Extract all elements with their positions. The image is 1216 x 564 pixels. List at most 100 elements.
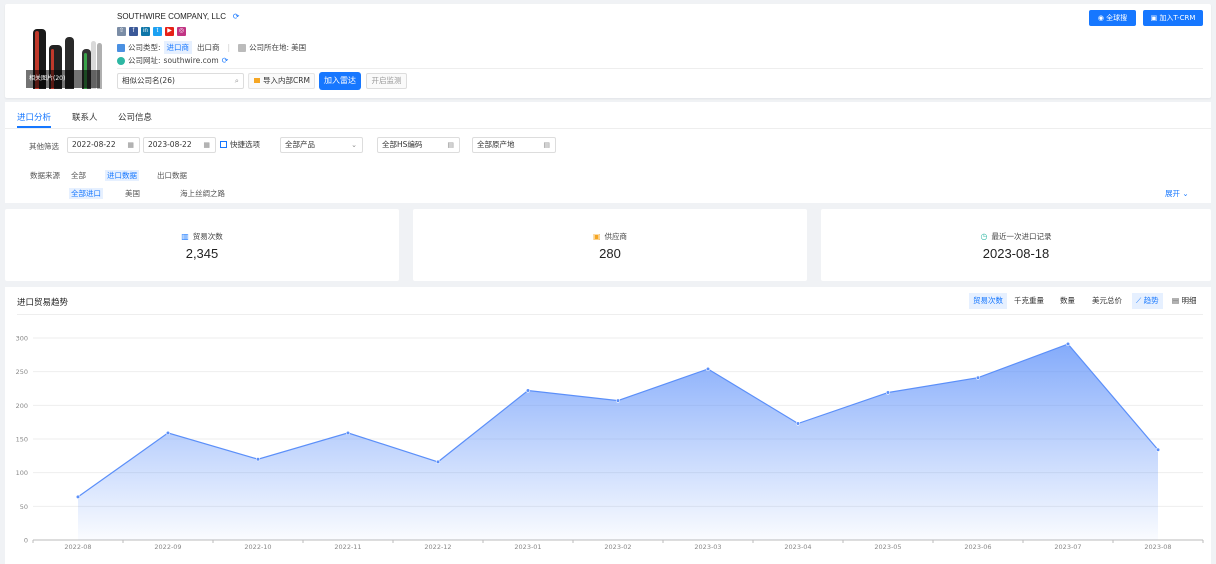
website-link[interactable]: southwire.com bbox=[164, 56, 219, 65]
filter-label: 其他筛选 bbox=[29, 142, 59, 151]
list-icon: ▤ bbox=[543, 141, 550, 149]
x-tick-label: 2022-10 bbox=[244, 543, 271, 551]
data-source-label: 数据来源 bbox=[30, 171, 60, 180]
product-select-value: 全部产品 bbox=[285, 140, 315, 149]
youtube-icon[interactable]: ▶ bbox=[165, 27, 174, 36]
data-point bbox=[705, 366, 711, 372]
chevron-down-icon: ⌄ bbox=[351, 141, 357, 149]
data-point bbox=[975, 375, 981, 380]
hs-code-select[interactable]: 全部HS编码 ▤ bbox=[377, 137, 460, 153]
share-icon[interactable]: ⇧ bbox=[117, 27, 126, 36]
stat-card-trades: ▥ 贸易次数 2,345 bbox=[5, 209, 399, 281]
facebook-icon[interactable]: f bbox=[129, 27, 138, 36]
linkedin-icon[interactable]: in bbox=[141, 27, 150, 36]
globe-icon bbox=[117, 56, 125, 65]
data-point bbox=[255, 457, 261, 462]
metric-quantity[interactable]: 数量 bbox=[1056, 293, 1079, 309]
importer-tag: 进口商 bbox=[163, 41, 193, 54]
x-tick-label: 2023-01 bbox=[514, 543, 541, 551]
photo-count-badge[interactable]: 相关图片(20) bbox=[26, 70, 100, 88]
tab-company-info[interactable]: 公司信息 bbox=[118, 111, 152, 123]
search-icon: ⌕ bbox=[234, 76, 239, 85]
expand-button[interactable]: 展开 ⌄ bbox=[1165, 188, 1189, 199]
stat-card-last-import: ◷ 最近一次进口记录 2023-08-18 bbox=[821, 209, 1211, 281]
stat-value: 2,345 bbox=[185, 246, 219, 261]
metric-trades[interactable]: 贸易次数 bbox=[969, 293, 1007, 309]
x-tick-label: 2022-12 bbox=[424, 543, 451, 551]
divider: | bbox=[227, 43, 231, 52]
divider bbox=[5, 128, 1211, 129]
origin-select[interactable]: 全部原产地 ▤ bbox=[472, 137, 556, 153]
quick-options-label: 快捷选项 bbox=[230, 140, 260, 149]
metric-usd-total[interactable]: 美元总价 bbox=[1088, 293, 1126, 309]
global-search-button[interactable]: ◉ 全球搜 bbox=[1089, 10, 1136, 26]
view-detail-button[interactable]: ▤ 明细 bbox=[1168, 293, 1200, 309]
x-tick-label: 2022-11 bbox=[334, 543, 361, 551]
stat-label: ▥ 贸易次数 bbox=[5, 231, 399, 242]
quick-options-icon bbox=[220, 141, 227, 148]
instagram-icon[interactable]: ◎ bbox=[177, 27, 186, 36]
stat-value: 280 bbox=[599, 246, 621, 261]
divider bbox=[17, 314, 1203, 315]
data-point bbox=[615, 398, 621, 403]
data-point bbox=[1155, 447, 1161, 452]
company-name-text: SOUTHWIRE COMPANY, LLC bbox=[117, 12, 227, 21]
company-website-row: 公司网址: southwire.com ⟳ bbox=[117, 55, 228, 66]
location-value: 美国 bbox=[291, 43, 307, 52]
data-point bbox=[435, 459, 441, 464]
data-point bbox=[885, 390, 891, 395]
folder-icon bbox=[254, 78, 260, 83]
stat-label: ◷ 最近一次进口记录 bbox=[821, 231, 1211, 242]
y-tick-label: 300 bbox=[16, 335, 28, 343]
x-tick-label: 2023-08 bbox=[1144, 543, 1171, 551]
data-point bbox=[1065, 341, 1071, 347]
social-links: ⇧ f in t ▶ ◎ bbox=[117, 27, 186, 36]
date-start-value: 2022-08-22 bbox=[72, 140, 116, 149]
tab-import-analysis[interactable]: 进口分析 bbox=[17, 111, 51, 123]
add-tcrm-button[interactable]: ▣ 加入T-CRM bbox=[1143, 10, 1203, 26]
twitter-icon[interactable]: t bbox=[153, 27, 162, 36]
chevron-down-icon: ⌄ bbox=[1180, 189, 1189, 198]
expand-label: 展开 bbox=[1165, 189, 1180, 198]
company-type-label: 公司类型: bbox=[128, 43, 161, 52]
monitor-button[interactable]: 开启监测 bbox=[366, 73, 407, 89]
similar-companies-select[interactable]: 相似公司名(26) ⌕ bbox=[117, 73, 244, 89]
y-tick-label: 0 bbox=[24, 537, 28, 545]
metric-weight[interactable]: 千克重量 bbox=[1010, 293, 1048, 309]
sub-source-usa[interactable]: 美国 bbox=[125, 188, 140, 199]
tab-contacts[interactable]: 联系人 bbox=[72, 111, 98, 123]
stat-value: 2023-08-18 bbox=[982, 246, 1050, 261]
date-start-input[interactable]: 2022-08-22 ▦ bbox=[67, 137, 140, 153]
date-end-value: 2023-08-22 bbox=[148, 140, 192, 149]
view-detail-label: 明细 bbox=[1181, 296, 1197, 305]
view-trend-label: 趋势 bbox=[1143, 296, 1159, 305]
add-tcrm-label: 加入T-CRM bbox=[1159, 14, 1196, 22]
company-name: SOUTHWIRE COMPANY, LLC ⟳ bbox=[117, 12, 239, 21]
product-select[interactable]: 全部产品 ⌄ bbox=[280, 137, 363, 153]
source-option-all[interactable]: 全部 bbox=[71, 170, 86, 181]
add-radar-button[interactable]: 加入雷达 bbox=[319, 72, 361, 90]
x-tick-label: 2023-05 bbox=[874, 543, 901, 551]
x-tick-label: 2023-03 bbox=[694, 543, 721, 551]
quick-options-button[interactable]: 快捷选项 bbox=[220, 137, 260, 153]
view-trend-button[interactable]: ⟋ 趋势 bbox=[1132, 293, 1163, 309]
trend-chart: 0 50 100 150 200 250 300 2022-08 2022-09 2022-10… bbox=[16, 335, 1204, 551]
similar-companies-label: 相似公司名(26) bbox=[122, 76, 175, 85]
stat-label-text: 贸易次数 bbox=[192, 232, 223, 241]
sub-source-silk-road[interactable]: 海上丝绸之路 bbox=[180, 188, 225, 199]
building-icon bbox=[117, 43, 125, 52]
sub-source-all-import[interactable]: 全部进口 bbox=[69, 188, 103, 199]
x-tick-label: 2023-04 bbox=[784, 543, 811, 551]
location-label: 公司所在地: bbox=[249, 43, 290, 52]
line-chart-icon: ⟋ bbox=[1136, 296, 1144, 305]
list-icon: ▤ bbox=[447, 141, 454, 149]
y-tick-label: 50 bbox=[20, 503, 28, 511]
clock-icon: ◷ bbox=[980, 232, 988, 241]
x-tick-label: 2022-08 bbox=[64, 543, 91, 551]
refresh-icon[interactable]: ⟳ bbox=[228, 12, 240, 21]
source-option-import[interactable]: 进口数据 bbox=[105, 170, 139, 181]
import-crm-button[interactable]: 导入内部CRM bbox=[248, 73, 315, 89]
source-option-export[interactable]: 出口数据 bbox=[157, 170, 187, 181]
date-end-input[interactable]: 2023-08-22 ▦ bbox=[143, 137, 216, 153]
refresh-icon[interactable]: ⟳ bbox=[222, 56, 229, 65]
